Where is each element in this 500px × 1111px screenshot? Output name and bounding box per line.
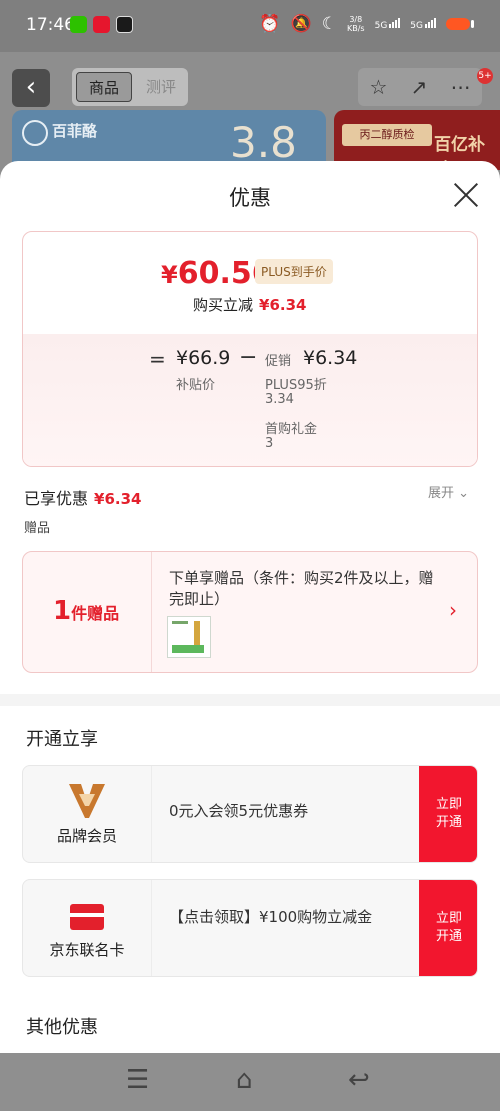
signal-1: 5G — [374, 17, 401, 31]
tab-product[interactable]: 商品 — [76, 72, 132, 102]
first-purchase-gift-value: 3 — [265, 436, 274, 451]
moon-icon: ☾ — [321, 14, 337, 34]
section-divider — [0, 694, 500, 706]
signal-1-label: 5G — [374, 20, 388, 31]
discount-sheet: 优惠 ¥60.56 PLUS到手价 购买立减 ¥6.34 = ¥66.9 补贴价 … — [0, 161, 500, 1053]
status-indicators: ⏰ 🔕 ☾ 3/8 KB/s 5G 5G — [259, 14, 474, 34]
network-speed-unit: KB/s — [346, 24, 365, 33]
brand-member-panel: 品牌会员 — [23, 766, 152, 862]
plus95-label: PLUS95折 — [265, 378, 327, 393]
join-brand-member-button[interactable]: 立即开通 — [419, 766, 477, 862]
jd-cobrand-card[interactable]: 京东联名卡 【点击领取】¥100购物立减金 立即开通 — [22, 879, 478, 977]
gift-count-suffix: 件赠品 — [71, 604, 120, 623]
alarm-icon: ⏰ — [259, 14, 281, 34]
gift-count-number: 1 — [53, 596, 72, 626]
notification-badge: 5+ — [477, 68, 493, 84]
enjoyed-discount-row: 已享优惠 ¥6.34 — [24, 485, 141, 509]
subsidy-price-label: 补贴价 — [176, 378, 216, 393]
sheet-title: 优惠 — [229, 186, 271, 210]
signal-bars-icon — [388, 17, 401, 31]
banner-tag: 丙二醇质检 — [342, 124, 432, 146]
brand-member-card[interactable]: 品牌会员 0元入会领5元优惠券 立即开通 — [22, 765, 478, 863]
tab-review[interactable]: 测评 — [138, 72, 184, 102]
promo-label: 促销 — [265, 354, 292, 369]
header-tools: ☆ ↗ ⋯ — [358, 68, 482, 106]
star-icon[interactable]: ☆ — [370, 75, 388, 99]
back-nav-icon[interactable]: ↩ — [348, 1065, 370, 1095]
join-brand-member-label: 立即开通 — [435, 797, 462, 830]
gift-count: 1件赠品 — [53, 596, 119, 626]
open-cobrand-card-button[interactable]: 立即开通 — [419, 880, 477, 976]
gift-thumbnail-base — [172, 645, 204, 653]
signal-2: 5G — [410, 17, 436, 31]
expand-toggle[interactable]: 展开 ⌄ — [428, 482, 469, 501]
jd-cobrand-title: 京东联名卡 — [49, 941, 125, 959]
brand-member-desc: 0元入会领5元优惠券 — [169, 802, 309, 820]
mute-icon: 🔕 — [290, 14, 312, 34]
jd-cobrand-panel: 京东联名卡 — [23, 880, 152, 976]
status-bar: 17:46 ⏰ 🔕 ☾ 3/8 KB/s 5G 5G — [0, 0, 500, 52]
menu-icon[interactable]: ☰ — [126, 1065, 149, 1095]
gift-description: 下单享赠品（条件：购买2件及以上，赠完即止） — [169, 569, 434, 608]
price-card: ¥60.56 PLUS到手价 购买立减 ¥6.34 = ¥66.9 补贴价 − 促… — [22, 231, 478, 467]
jd-cobrand-desc: 【点击领取】¥100购物立减金 — [169, 908, 373, 926]
notification-icons — [70, 16, 133, 33]
brand-v-logo-icon — [69, 784, 105, 818]
buy-discount-amount: ¥6.34 — [259, 296, 307, 314]
product-tabs: 商品 测评 — [72, 68, 188, 106]
more-icon[interactable]: ⋯ — [450, 75, 470, 99]
buy-discount-label: 购买立减 — [193, 296, 254, 314]
credit-card-icon — [70, 904, 104, 930]
plus-price-tag: PLUS到手价 — [255, 259, 333, 284]
chevron-down-icon: ⌄ — [458, 486, 470, 501]
weibo-icon — [93, 16, 110, 33]
system-nav-bar: ☰ ⌂ ↩ — [0, 1053, 500, 1111]
chevron-right-icon: › — [449, 598, 457, 622]
gift-thumbnail — [167, 616, 211, 658]
gift-count-panel: 1件赠品 — [23, 552, 152, 672]
network-speed: 3/8 KB/s — [347, 15, 365, 33]
gift-section-label: 赠品 — [24, 521, 51, 536]
promo-amount: ¥6.34 — [303, 347, 358, 369]
wechat-icon — [70, 16, 87, 33]
share-icon[interactable]: ↗ — [411, 75, 428, 99]
gift-thumbnail-stripe — [172, 621, 188, 624]
battery-icon — [446, 18, 474, 30]
expand-label: 展开 — [428, 486, 455, 501]
equals-sign: = — [149, 347, 166, 371]
network-speed-value: 3/8 — [349, 15, 363, 24]
brand-logo-icon — [22, 120, 48, 146]
enjoyed-discount-label: 已享优惠 — [24, 489, 89, 508]
buy-discount-row: 购买立减 ¥6.34 — [193, 294, 306, 315]
status-time: 17:46 — [26, 15, 75, 35]
gift-card[interactable]: 1件赠品 下单享赠品（条件：购买2件及以上，赠完即止） › — [22, 551, 478, 673]
subsidy-price: ¥66.9 — [176, 347, 231, 369]
close-icon[interactable] — [452, 181, 480, 209]
enjoyed-discount-amount: ¥6.34 — [94, 490, 142, 508]
currency-symbol: ¥ — [161, 261, 178, 289]
minus-sign: − — [239, 345, 258, 370]
chevron-left-icon: ‹ — [25, 72, 37, 102]
first-purchase-gift-label: 首购礼金 — [265, 422, 318, 437]
open-benefits-title: 开通立享 — [26, 729, 98, 750]
brand-member-title: 品牌会员 — [56, 827, 117, 845]
open-cobrand-card-label: 立即开通 — [435, 911, 462, 944]
plus95-value: 3.34 — [265, 392, 294, 407]
brand-name: 百菲酪 — [52, 122, 98, 140]
other-discounts-title: 其他优惠 — [26, 1017, 98, 1038]
signal-2-label: 5G — [410, 20, 423, 31]
signal-bars-icon — [424, 17, 436, 31]
app-notification-icon — [116, 16, 133, 33]
banner-figure: 3.8 — [230, 118, 297, 167]
back-button[interactable]: ‹ — [12, 69, 50, 107]
home-icon[interactable]: ⌂ — [236, 1065, 253, 1095]
